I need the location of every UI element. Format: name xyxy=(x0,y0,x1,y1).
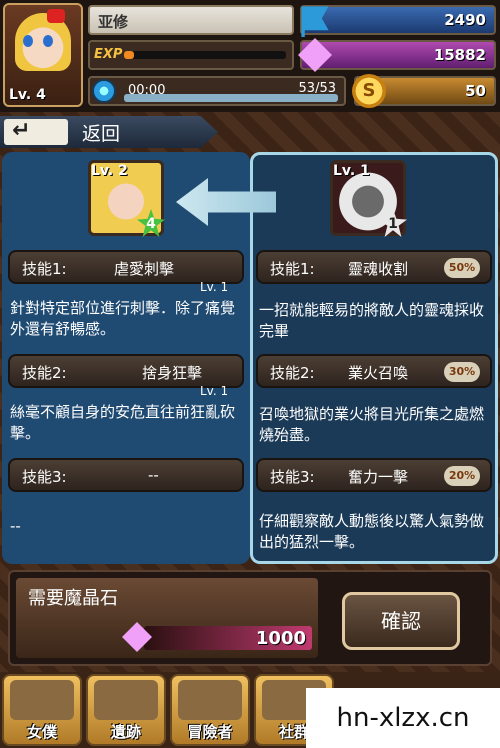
cost-value: 1000 xyxy=(255,628,306,649)
skill-label: 技能3: xyxy=(22,468,67,486)
gem-resource[interactable]: 15882 xyxy=(298,38,496,72)
skill-chance-badge: 30% xyxy=(444,362,480,382)
skill-label: 技能2: xyxy=(22,364,67,382)
skill-chance-badge: 50% xyxy=(444,258,480,278)
stamina-count: 53/53 xyxy=(298,81,336,96)
nav-ruins[interactable]: 遺跡 xyxy=(86,674,166,746)
cost-bar: 1000 xyxy=(144,626,312,650)
skill-label: 技能2: xyxy=(270,364,315,382)
cost-label: 需要魔晶石 xyxy=(28,588,118,609)
maid-icon xyxy=(10,680,74,720)
back-label: 返回 xyxy=(82,123,121,145)
skill-row[interactable]: 技能1: 靈魂收割 50% xyxy=(256,250,492,284)
coin-value: 50 xyxy=(465,82,486,100)
exp-label: EXP xyxy=(94,47,123,62)
status-header: Lv. 4 亚修 EXP 00:00 53/53 2490 15882 S 50 xyxy=(0,0,500,112)
skill-level: Lv. 1 xyxy=(200,384,229,398)
avatar-eye xyxy=(23,35,33,47)
adventurer-icon xyxy=(178,680,242,720)
exp-fill xyxy=(124,51,134,59)
nav-adventurer[interactable]: 冒險者 xyxy=(170,674,250,746)
skill-name: 業火召喚 xyxy=(348,364,409,382)
player-name-box: 亚修 xyxy=(88,5,294,35)
skill-label: 技能3: xyxy=(270,468,315,486)
coin-resource[interactable]: S 50 xyxy=(352,74,496,108)
skill-name: 虐愛刺擊 xyxy=(114,260,175,278)
stamina-icon xyxy=(92,79,116,103)
game-screen: Lv. 4 亚修 EXP 00:00 53/53 2490 15882 S 50… xyxy=(0,0,500,748)
skill-row[interactable]: 技能3: 奮力一擊 20% xyxy=(256,458,492,492)
skill-level: Lv. 1 xyxy=(200,280,229,294)
nav-label: 女僕 xyxy=(26,723,57,741)
confirm-button[interactable]: 確認 xyxy=(342,592,460,650)
skill-desc: 召喚地獄的業火將目光所集之處燃燒殆盡。 xyxy=(259,405,485,444)
skill-desc: 絲毫不顧自身的安危直往前狂亂砍擊。 xyxy=(10,403,236,442)
skill-desc: 針對特定部位進行刺擊．除了痛覺外還有舒暢感。 xyxy=(10,299,236,338)
player-avatar[interactable]: Lv. 4 xyxy=(3,3,83,107)
cost-box: 需要魔晶石 1000 xyxy=(16,578,318,658)
skill-desc: -- xyxy=(10,517,21,535)
skill-row[interactable]: 技能2: 業火召喚 30% xyxy=(256,354,492,388)
nav-label: 冒險者 xyxy=(187,723,233,741)
nav-label: 遺跡 xyxy=(110,723,141,741)
exp-bar: EXP xyxy=(88,40,294,70)
flag-icon xyxy=(301,6,329,37)
flag-resource[interactable]: 2490 xyxy=(300,5,496,37)
skill-desc: 一招就能輕易的將敵人的靈魂採收完畢 xyxy=(259,301,485,340)
ruins-icon xyxy=(94,680,158,720)
flag-value: 2490 xyxy=(444,11,486,29)
skill-desc: 仔細觀察敵人動態後以驚人氣勢做出的猛烈一擊。 xyxy=(259,512,485,551)
player-name: 亚修 xyxy=(98,13,129,31)
star-icon: 4 xyxy=(137,209,165,237)
back-arrow-icon: ↵ xyxy=(4,119,68,145)
avatar-eye xyxy=(43,35,53,47)
target-card-portrait[interactable]: Lv. 1 1 xyxy=(330,160,407,237)
skill-name: -- xyxy=(148,466,159,484)
coin-icon: S xyxy=(352,74,386,108)
skill-row[interactable]: 技能3: -- xyxy=(8,458,244,492)
skill-label: 技能1: xyxy=(22,260,67,278)
nav-maid[interactable]: 女僕 xyxy=(2,674,82,746)
skill-chance-badge: 20% xyxy=(444,466,480,486)
player-level: Lv. 4 xyxy=(9,87,46,103)
stamina-timer: 00:00 xyxy=(128,83,166,98)
card-level: Lv. 2 xyxy=(91,163,128,179)
skill-label: 技能1: xyxy=(270,260,315,278)
skill-name: 靈魂收割 xyxy=(348,260,409,278)
cost-panel: 需要魔晶石 1000 確認 xyxy=(8,570,492,666)
skill-name: 捨身狂擊 xyxy=(142,364,203,382)
exp-track xyxy=(124,51,286,59)
watermark: hn-xlzx.cn xyxy=(306,688,500,748)
gem-value: 15882 xyxy=(433,46,486,64)
skill-row[interactable]: 技能2: 捨身狂擊 xyxy=(8,354,244,388)
current-card-portrait[interactable]: Lv. 2 4 xyxy=(88,160,165,237)
skill-name: 奮力一擊 xyxy=(348,468,409,486)
avatar-bow xyxy=(47,9,65,23)
star-icon: 1 xyxy=(379,209,407,237)
card-level: Lv. 1 xyxy=(333,163,370,179)
gem-icon xyxy=(298,38,332,72)
back-button[interactable]: ↵ 返回 xyxy=(0,116,218,148)
skill-row[interactable]: 技能1: 虐愛刺擊 xyxy=(8,250,244,284)
stamina-bar: 00:00 53/53 xyxy=(88,76,346,106)
